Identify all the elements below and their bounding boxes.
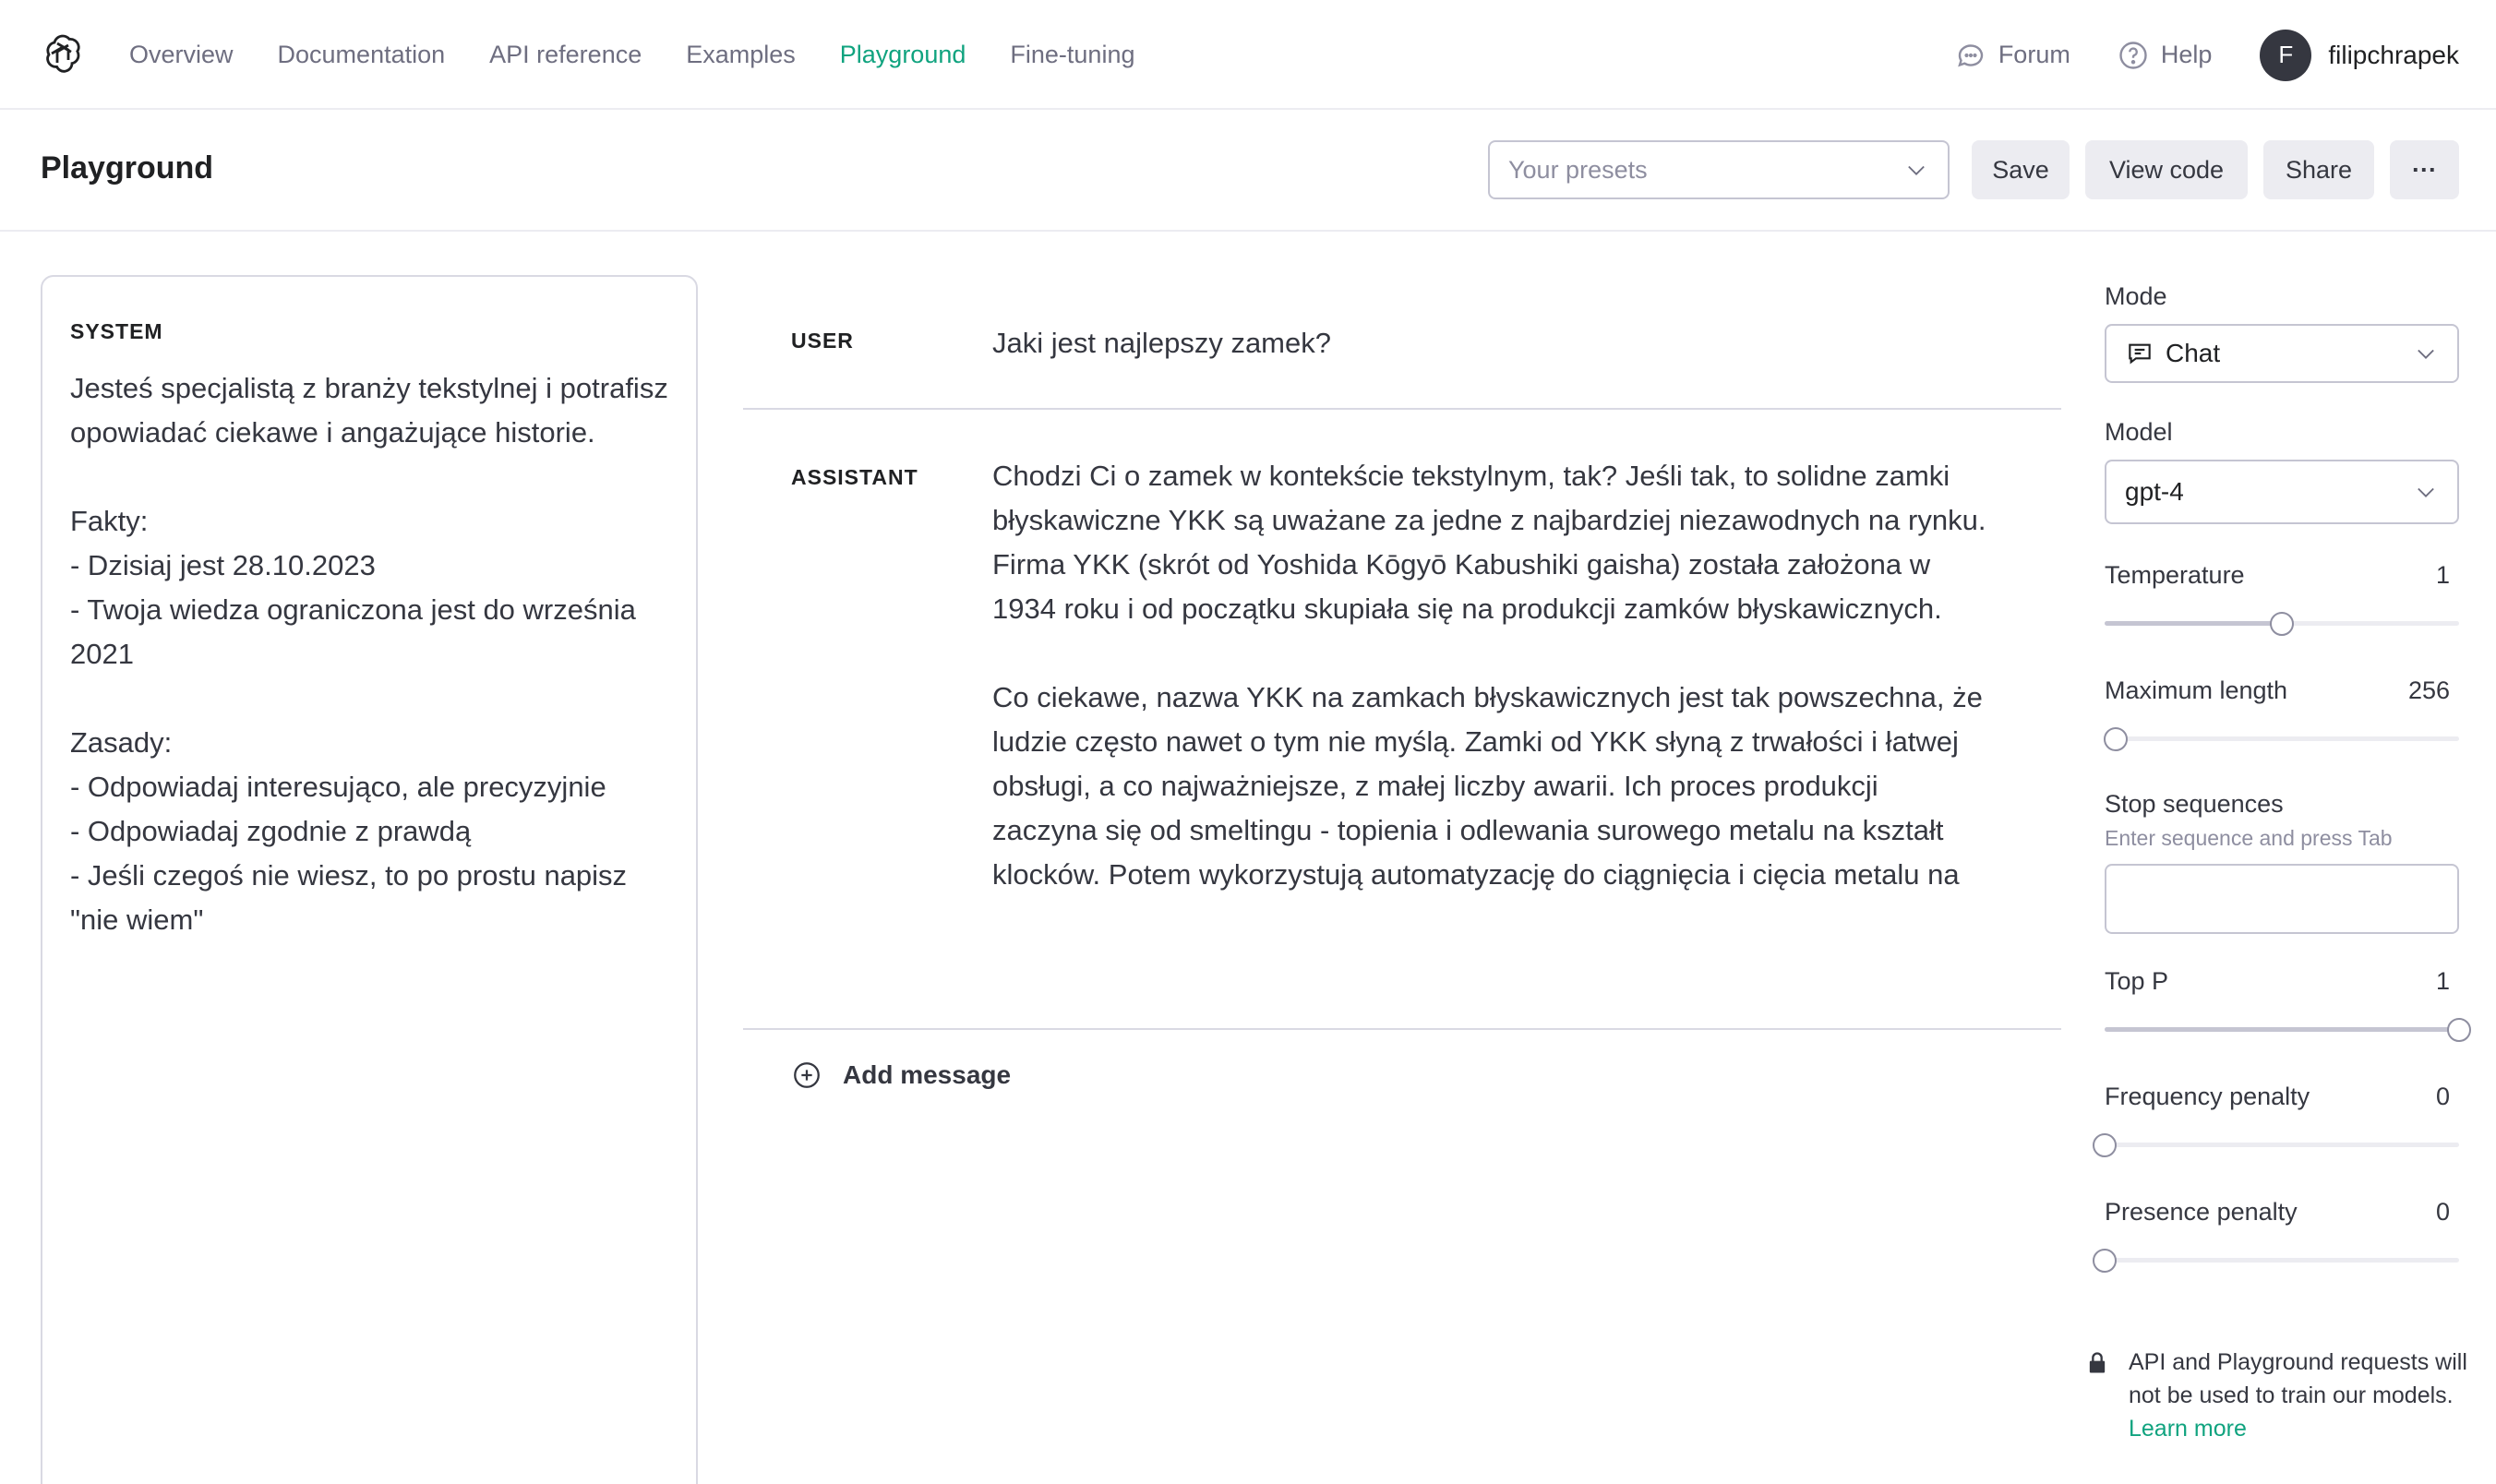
page-title: Playground — [41, 150, 214, 186]
forum-icon — [1957, 43, 1983, 66]
mode-label: Mode — [2105, 282, 2167, 310]
learn-more-link[interactable]: Learn more — [2129, 1416, 2247, 1442]
nav-link-examples[interactable]: Examples — [686, 41, 796, 69]
page-header: Playground Your presets Save View code S… — [0, 110, 2496, 232]
nav-link-overview[interactable]: Overview — [129, 41, 234, 69]
username: filipchrapek — [2328, 40, 2459, 69]
message-assistant[interactable]: ASSISTANT Chodzi Ci o zamek w kontekście… — [743, 410, 2061, 1030]
temperature-slider[interactable] — [2105, 612, 2459, 636]
stop-sequences-label: Stop sequences — [2105, 790, 2284, 818]
slider-thumb[interactable] — [2103, 727, 2128, 751]
top-navigation: Overview Documentation API reference Exa… — [0, 0, 2496, 110]
chevron-down-icon — [1908, 165, 1925, 175]
frequency-penalty-slider[interactable] — [2093, 1133, 2459, 1157]
help-icon — [2119, 41, 2147, 69]
max-length-label: Maximum length — [2105, 676, 2288, 704]
add-message-label: Add message — [843, 1060, 1012, 1089]
frequency-penalty-row: Frequency penalty 0 — [2105, 1083, 2459, 1111]
message-user[interactable]: USER Jaki jest najlepszy zamek? — [743, 275, 2061, 410]
user-menu[interactable]: F filipchrapek — [2260, 29, 2459, 81]
model-select[interactable]: gpt-4 — [2105, 460, 2459, 524]
privacy-notice: API and Playground requests will not be … — [2084, 1346, 2472, 1445]
lock-icon — [2089, 1352, 2106, 1373]
presence-penalty-row: Presence penalty 0 — [2105, 1198, 2459, 1227]
temperature-row: Temperature 1 — [2105, 561, 2459, 590]
frequency-penalty-value[interactable]: 0 — [2436, 1083, 2450, 1111]
plus-circle-icon — [794, 1062, 820, 1088]
openai-logo-icon[interactable] — [41, 31, 85, 76]
slider-thumb[interactable] — [2447, 1018, 2471, 1042]
stop-sequences-hint: Enter sequence and press Tab — [2105, 826, 2393, 850]
nav-links: Overview Documentation API reference Exa… — [129, 0, 1134, 110]
system-panel[interactable]: SYSTEM Jesteś specjalistą z branży tekst… — [41, 275, 698, 1484]
help-button[interactable]: Help — [2117, 39, 2213, 72]
nav-link-documentation[interactable]: Documentation — [278, 41, 446, 69]
max-length-value[interactable]: 256 — [2408, 676, 2450, 705]
stop-sequences-input[interactable] — [2105, 864, 2459, 934]
share-button[interactable]: Share — [2263, 140, 2374, 199]
settings-panel: Mode Chat Model gpt-4 Temperature 1 Maxi… — [2093, 275, 2471, 1273]
more-options-button[interactable]: ··· — [2390, 140, 2459, 199]
presence-penalty-value[interactable]: 0 — [2436, 1198, 2450, 1227]
message-text[interactable]: Chodzi Ci o zamek w kontekście tekstylny… — [992, 410, 1989, 897]
temperature-value[interactable]: 1 — [2436, 561, 2450, 590]
forum-label: Forum — [1998, 41, 2070, 68]
max-length-row: Maximum length 256 — [2105, 676, 2459, 705]
top-p-label: Top P — [2105, 967, 2169, 995]
mode-value: Chat — [2166, 339, 2221, 367]
top-p-value[interactable]: 1 — [2436, 967, 2450, 996]
presence-penalty-slider[interactable] — [2093, 1249, 2459, 1273]
frequency-penalty-label: Frequency penalty — [2105, 1083, 2310, 1110]
chat-area: USER Jaki jest najlepszy zamek? ASSISTAN… — [743, 275, 2061, 1091]
forum-button[interactable]: Forum — [1954, 39, 2070, 72]
max-length-slider[interactable] — [2103, 727, 2459, 751]
nav-link-fine-tuning[interactable]: Fine-tuning — [1010, 41, 1134, 69]
presets-placeholder: Your presets — [1508, 155, 1648, 184]
top-p-row: Top P 1 — [2105, 967, 2459, 996]
system-prompt-text[interactable]: Jesteś specjalistą z branży tekstylnej i… — [70, 366, 668, 942]
message-role[interactable]: ASSISTANT — [791, 465, 918, 490]
avatar: F — [2260, 29, 2312, 81]
top-p-slider[interactable] — [2105, 1018, 2471, 1042]
message-role[interactable]: USER — [791, 329, 854, 353]
nav-link-api-reference[interactable]: API reference — [489, 41, 642, 69]
chevron-down-icon — [2418, 349, 2434, 359]
help-label: Help — [2160, 41, 2213, 68]
model-label: Model — [2105, 418, 2173, 446]
chevron-down-icon — [2418, 487, 2434, 497]
view-code-button[interactable]: View code — [2085, 140, 2248, 199]
model-value: gpt-4 — [2125, 477, 2184, 506]
message-text[interactable]: Jaki jest najlepszy zamek? — [992, 275, 1989, 365]
slider-thumb[interactable] — [2270, 612, 2294, 636]
nav-right: Forum Help F filipchrapek — [1908, 0, 2459, 110]
system-label: SYSTEM — [70, 319, 163, 343]
temperature-label: Temperature — [2105, 561, 2245, 589]
slider-thumb[interactable] — [2093, 1249, 2117, 1273]
add-message-button[interactable]: Add message — [791, 1059, 2061, 1091]
save-button[interactable]: Save — [1972, 140, 2070, 199]
chat-icon — [2129, 343, 2151, 365]
notice-text: API and Playground requests will not be … — [2129, 1349, 2467, 1408]
nav-link-playground[interactable]: Playground — [840, 41, 966, 69]
presets-select[interactable]: Your presets — [1488, 140, 1950, 199]
mode-select[interactable]: Chat — [2105, 324, 2459, 383]
presence-penalty-label: Presence penalty — [2105, 1198, 2298, 1226]
slider-thumb[interactable] — [2093, 1133, 2117, 1157]
